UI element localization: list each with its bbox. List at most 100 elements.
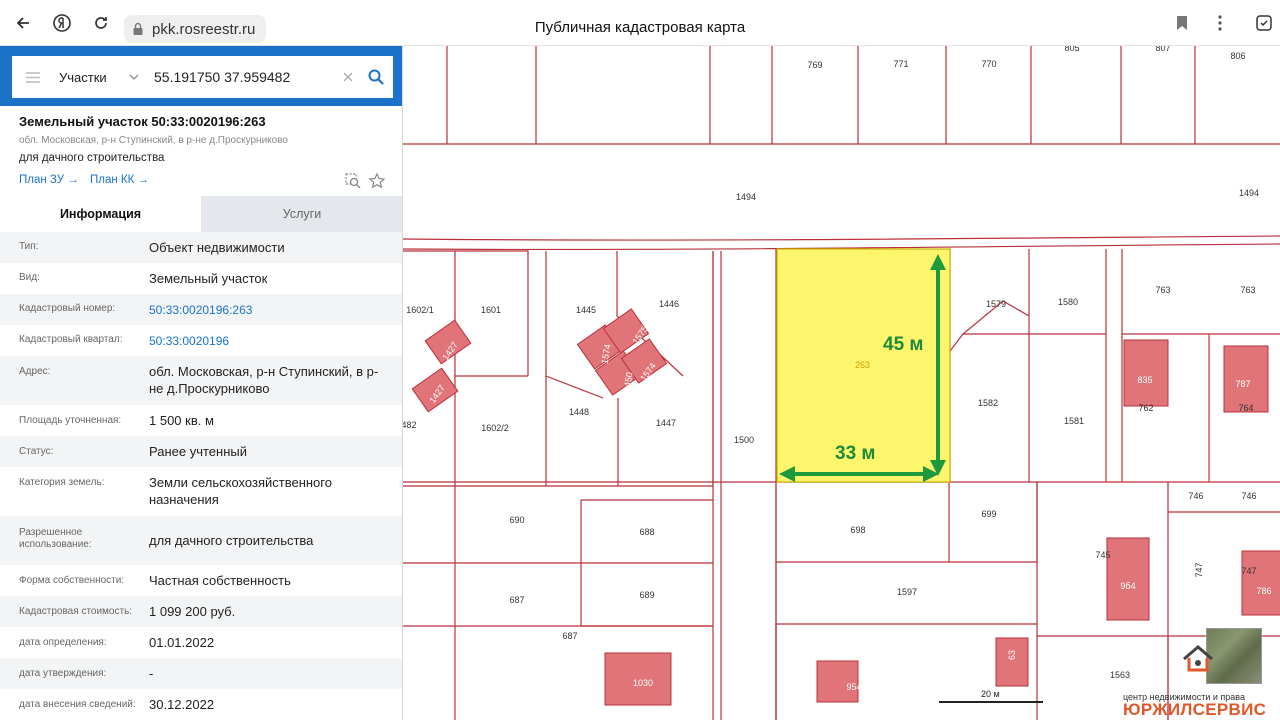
building-label: 954 [846,682,862,692]
tab-services[interactable]: Услуги [201,196,402,232]
info-row: Кадастровый номер: 50:33:0020196:263 [0,294,402,325]
info-value: 1 500 кв. м [149,413,214,428]
search-bar-strip: Участки 55.191750 37.959482 [0,46,402,106]
plot-label: 1579 [985,299,1007,309]
plot-label: 769 [807,60,823,70]
height-dimension-label: 45 м [883,334,924,355]
building-label: 9б4 [1120,581,1136,591]
info-label: Кадастровый номер: [19,303,116,314]
cadastral-quarter-link[interactable]: 50:33:0020196 [149,333,389,350]
building [1123,339,1169,407]
plot-label: 687 [562,631,578,641]
plot-label: 770 [981,59,997,69]
extensions-icon[interactable] [1252,11,1276,35]
info-value: - [149,666,154,681]
back-arrow-icon[interactable] [11,11,35,35]
plot-label: 764 [1238,403,1254,413]
info-value: Объект недвижимости [149,240,285,255]
bookmark-icon[interactable] [1170,11,1194,35]
info-value: 01.01.2022 [149,635,215,650]
lock-icon [133,22,143,35]
plot-label: 482 [403,420,417,430]
layer-select[interactable]: Участки [54,70,154,85]
plot-label: 690 [509,515,525,525]
plot-label: 747 [1194,562,1204,578]
info-label: Тип: [19,241,39,252]
building [1106,537,1150,621]
browser-toolbar: pkk.rosreestr.ru Публичная кадастровая к… [0,0,1280,46]
plot-label: 1494 [735,192,757,202]
yandex-icon[interactable] [50,11,74,35]
menu-icon[interactable] [12,56,54,98]
plot-label: 1445 [575,305,597,315]
plot-label: 1448 [568,407,590,417]
plot-label: 1601 [480,305,502,315]
building-label: 1030 [632,678,654,688]
building [1241,550,1280,616]
info-row: дата внесения сведений: 30.12.2022 [0,689,402,720]
building-label: 786 [1256,586,1272,596]
plot-label: 698 [850,525,866,535]
info-row: Вид: Земельный участок [0,263,402,294]
info-row: Статус: Ранее учтенный [0,436,402,467]
house-logo-icon [1183,645,1213,672]
plan-zu-link[interactable]: План ЗУ → [19,174,79,186]
info-label: Форма собственности: [19,575,125,586]
info-label: Статус: [19,446,54,457]
plot-label: 688 [639,527,655,537]
plot-label: 1447 [655,418,677,428]
info-value: Ранее учтенный [149,444,247,459]
panel-tabs: Информация Услуги [0,196,402,232]
zoom-to-object-icon[interactable] [344,172,362,190]
brand-watermark: центр недвижимости и права ЮРЖИЛСЕРВИС [1123,644,1280,720]
info-label: Кадастровый квартал: [19,334,123,345]
reload-icon[interactable] [89,11,113,35]
cadastral-number-link[interactable]: 50:33:0020196:263 [149,302,389,319]
info-value: 30.12.2022 [149,697,215,712]
object-title: Земельный участок 50:33:0020196:263 [19,114,266,129]
cadastral-map[interactable]: 769 771 770 805 807 806 1494 1494 1602/1… [403,46,1280,720]
clear-icon[interactable] [337,72,359,82]
info-value: Земельный участок [149,271,268,286]
plot-label: 763 [1240,285,1256,295]
plot-label: 805 [1064,46,1080,53]
selected-plot-label: 263 [855,360,871,370]
info-value: Земли сельскохозяйственного назначения [149,475,332,507]
plot-label: 746 [1241,491,1257,501]
building [995,637,1029,687]
info-row: Разрешенное использование: для дачного с… [0,516,402,565]
info-panel: Участки 55.191750 37.959482 Земельный уч… [0,46,403,720]
plot-label: 745 [1095,550,1111,560]
plot-label: 1597 [896,587,918,597]
info-label: Вид: [19,272,40,283]
info-row: Категория земель: Земли сельскохозяйстве… [0,467,402,516]
plot-label: 687 [509,595,525,605]
plot-label: 1602/1 [406,305,434,315]
info-label: Категория земель: [19,477,105,488]
info-label: дата внесения сведений: [19,699,136,710]
more-menu-icon[interactable] [1208,11,1232,35]
search-box: Участки 55.191750 37.959482 [12,56,393,98]
info-row: Площадь уточненная: 1 500 кв. м [0,405,402,436]
search-input[interactable]: 55.191750 37.959482 [154,69,337,85]
info-row: Кадастровый квартал: 50:33:0020196 [0,325,402,356]
plot-label: 771 [893,59,909,69]
plan-kk-link[interactable]: План КК → [90,174,149,186]
info-row: Кадастровая стоимость: 1 099 200 руб. [0,596,402,627]
info-label: дата утверждения: [19,668,107,679]
plot-label: 1582 [977,398,999,408]
brand-name: ЮРЖИЛСЕРВИС [1123,700,1267,719]
layer-select-value: Участки [59,69,107,85]
search-icon[interactable] [359,69,393,85]
address-bar[interactable]: pkk.rosreestr.ru [124,15,266,43]
object-address: обл. Московская, р-н Ступинский, в р-не … [19,135,288,146]
tab-info[interactable]: Информация [0,196,201,232]
plot-label: 762 [1138,403,1154,413]
info-value: Частная собственность [149,573,291,588]
info-label: Разрешенное использование: [19,527,92,550]
info-value: для дачного строительства [149,533,314,548]
plot-label: 1602/2 [481,423,509,433]
info-label: дата определения: [19,637,107,648]
info-value: 1 099 200 руб. [149,604,236,619]
star-icon[interactable] [368,172,386,190]
